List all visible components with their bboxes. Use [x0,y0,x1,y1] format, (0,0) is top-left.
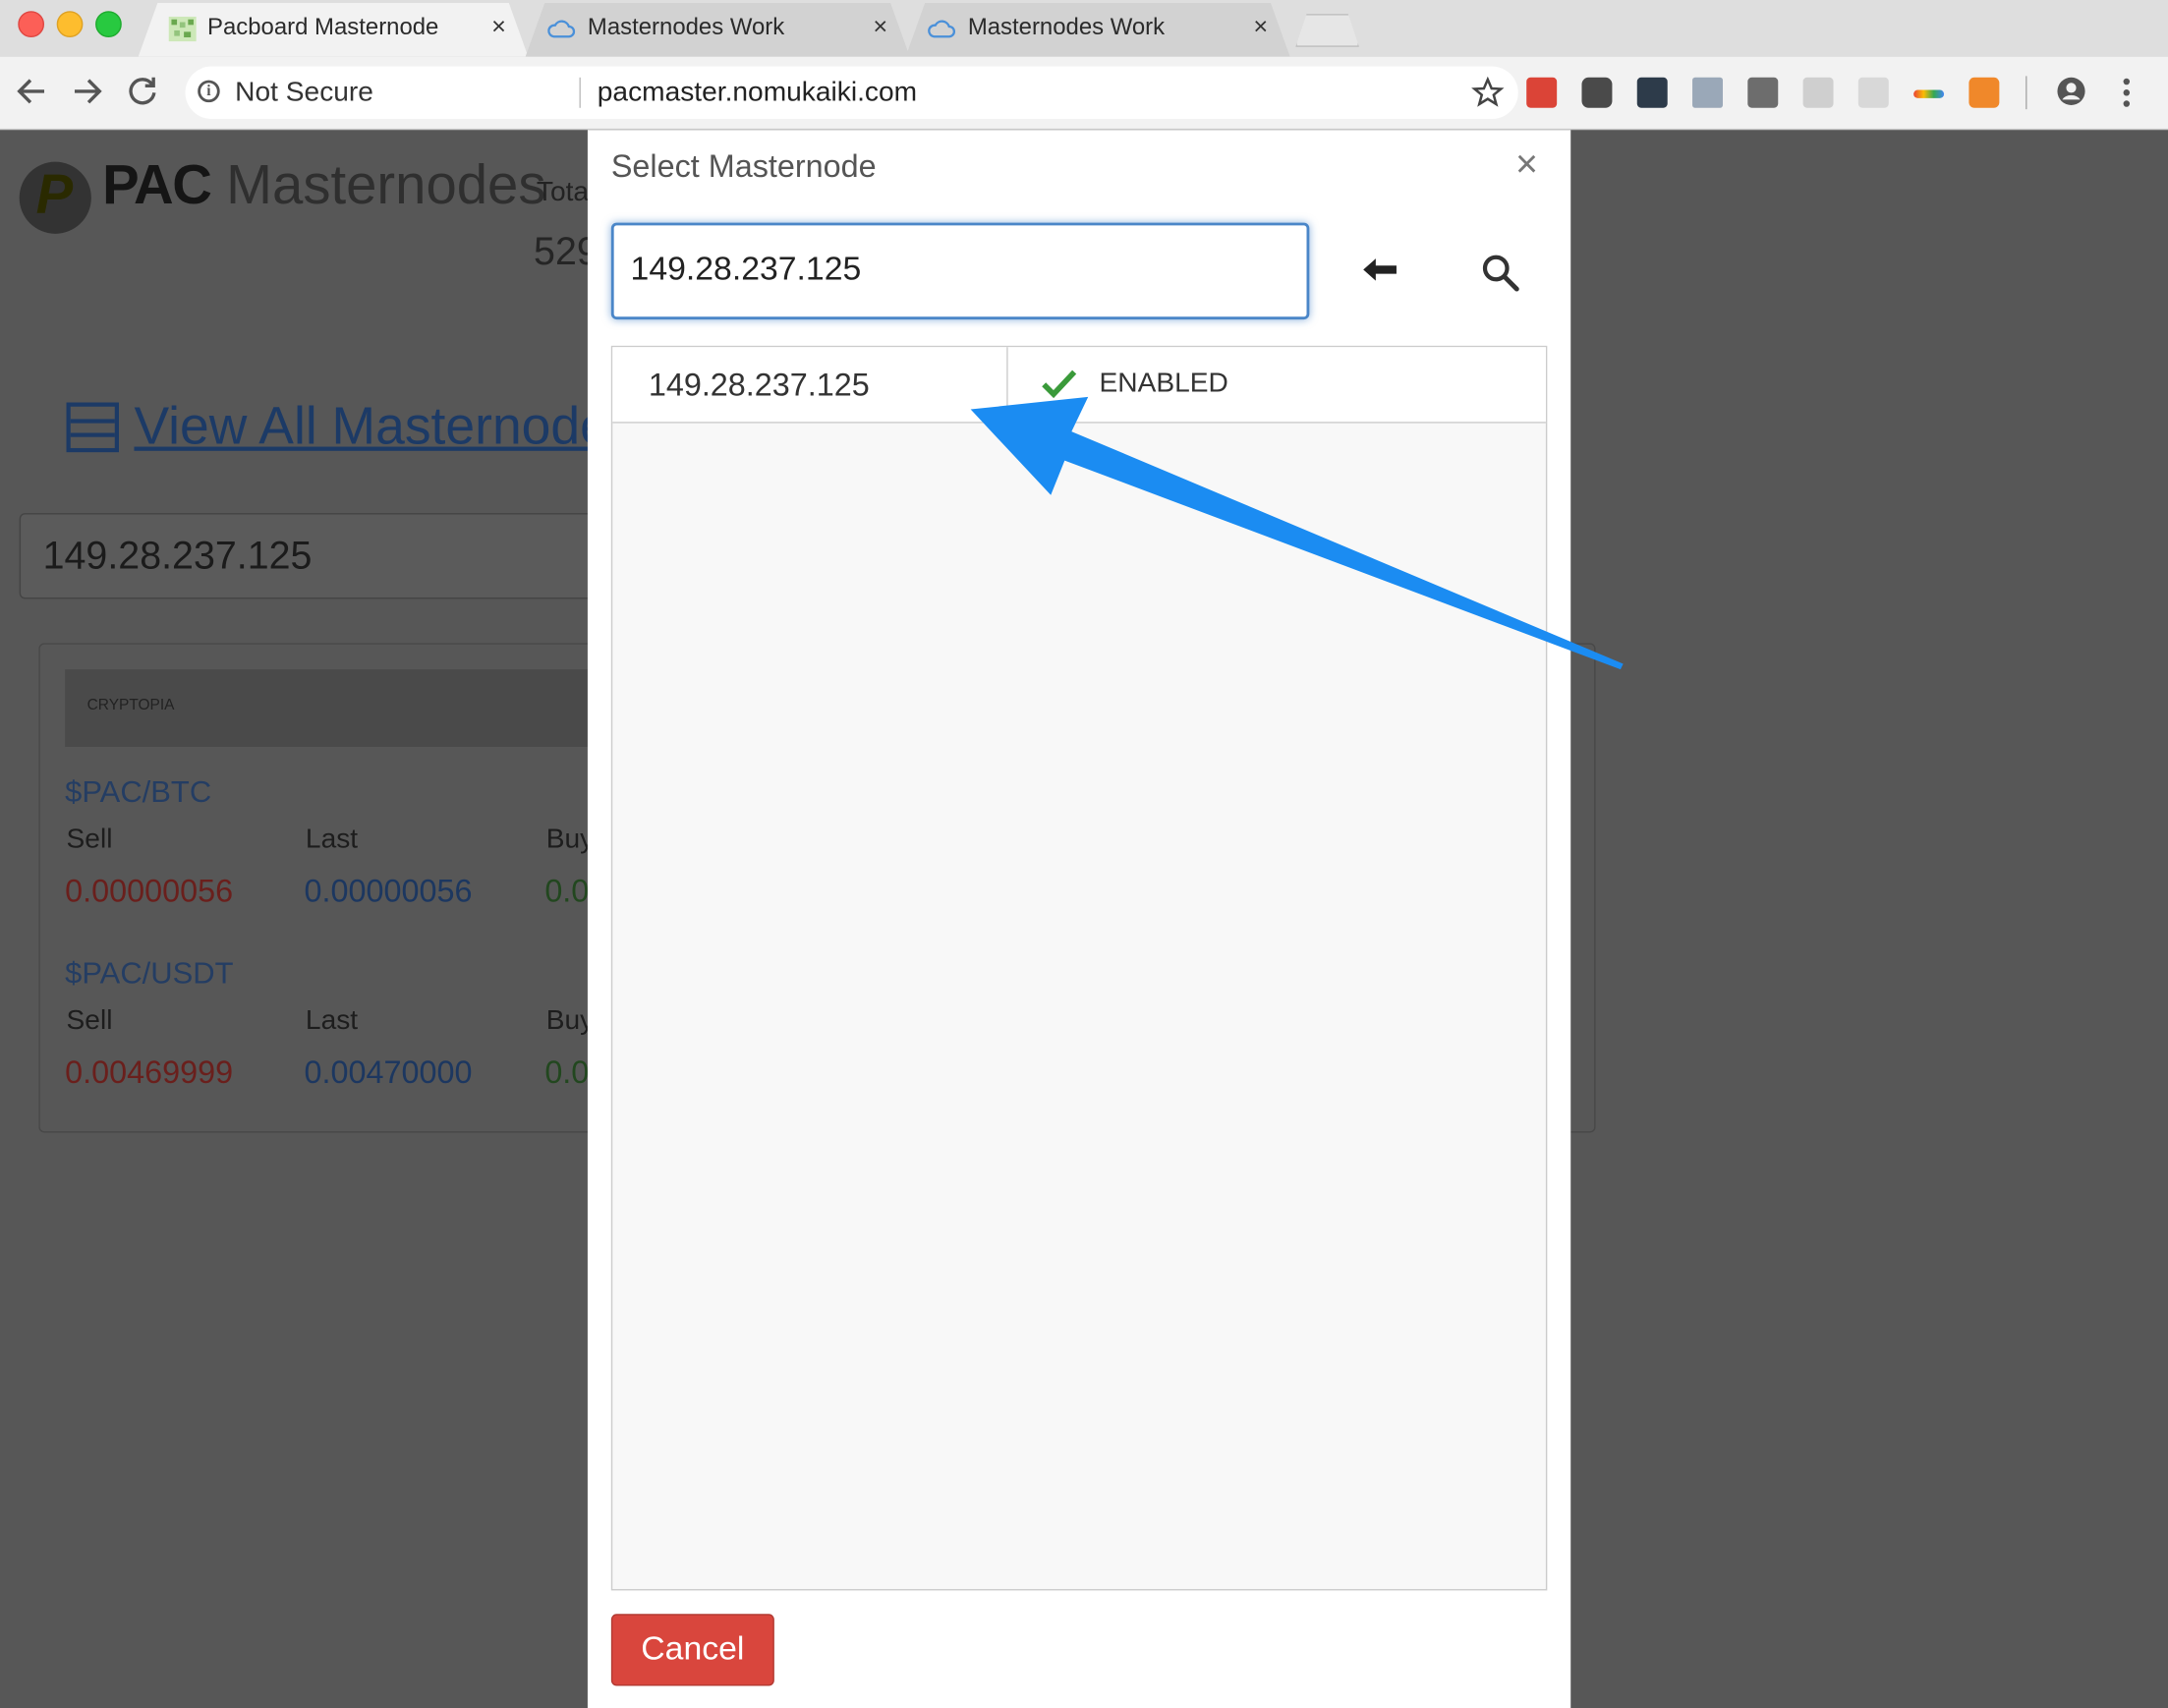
pair-label: $PAC/BTC [65,774,212,810]
ip-value: 149.28.237.125 [42,534,313,577]
buy-value: 0.0 [544,873,590,909]
tab-title: Masternodes Work [967,14,1166,40]
info-icon[interactable]: i [198,80,220,103]
column-divider [1006,347,1008,423]
last-label: Last [305,824,359,855]
cancel-button[interactable]: Cancel [610,1614,774,1686]
modal-title: Select Masternode [610,147,877,185]
reader-extension-icon[interactable] [1747,77,1779,108]
tab-title: Pacboard Masternode [207,14,439,40]
result-status: ENABLED [1099,368,1228,399]
buy-value: 0.0 [544,1053,590,1090]
new-tab-button[interactable] [1295,14,1359,47]
tab-title: Masternodes Work [587,14,785,40]
last-value: 0.00470000 [304,1053,473,1090]
coffeescript-extension-icon[interactable] [1857,77,1889,108]
tab-pacboard[interactable]: Pacboard Masternode × [139,3,529,57]
tab-bar: Pacboard Masternode × Masternodes Work ×… [0,0,2168,59]
cloud-icon [547,20,576,38]
dropbox-extension-icon[interactable] [1692,77,1723,108]
profile-icon[interactable] [2055,75,2088,108]
result-ip: 149.28.237.125 [648,366,870,403]
exchange-logo: CRYPTOPIA [86,697,175,714]
metamask-fox-icon[interactable] [1968,77,2000,108]
tab-close-icon[interactable]: × [491,13,506,42]
masternode-ip-input[interactable]: 149.28.237.125 [19,513,631,599]
browser-toolbar: i Not Secure pacmaster.nomukaiki.com [0,56,2168,131]
sell-label: Sell [66,1005,113,1037]
es-extension-icon[interactable] [1802,77,1834,108]
brand-light: Masternodes [226,154,546,216]
bookmark-star-icon[interactable] [1471,76,1505,109]
forward-icon[interactable] [69,74,105,110]
modal-close-icon[interactable]: × [1515,142,1538,187]
tab-close-icon[interactable]: × [873,13,887,42]
list-icon [66,402,119,453]
view-all-label: View All Masternode [134,398,609,457]
pacboard-favicon-icon [168,16,197,42]
pac-logo-icon: P [19,161,91,234]
address-bar[interactable]: i Not Secure pacmaster.nomukaiki.com [185,66,1518,120]
toolbar-divider [2025,76,2027,110]
todoist-extension-icon[interactable] [1526,77,1558,108]
select-masternode-modal: Select Masternode × 149.28.237.125 ENABL… [587,130,1571,1708]
sell-label: Sell [66,824,113,855]
security-label[interactable]: Not Secure [235,78,373,109]
cloud-icon [928,20,955,38]
masternode-search-input[interactable] [630,250,1294,290]
omnibox-divider [579,77,581,108]
brand-bold: PAC [102,154,212,216]
last-label: Last [305,1005,359,1037]
pair-label: $PAC/USDT [65,955,234,991]
lightbulb-extension-icon[interactable] [1581,77,1613,108]
sell-value: 0.00000056 [65,873,234,909]
rainbow-extension-icon[interactable] [1913,89,1945,98]
masternode-search-field[interactable] [610,222,1310,320]
screen: Pacboard Masternode × Masternodes Work ×… [0,0,2168,1708]
close-window-button[interactable] [18,11,45,37]
tab-masternodes-work-1[interactable]: Masternodes Work × [526,3,910,57]
dots-extension-icon[interactable] [1636,77,1668,108]
last-value: 0.00000056 [304,873,473,909]
total-label: Tota [536,177,590,208]
minimize-window-button[interactable] [56,11,84,37]
checkmark-icon [1042,370,1077,399]
zoom-window-button[interactable] [95,11,122,37]
result-row[interactable]: 149.28.237.125 ENABLED [612,347,1546,424]
tab-masternodes-work-2[interactable]: Masternodes Work × [906,3,1290,57]
brand-title: PAC Masternodes [102,155,545,217]
arrow-left-icon[interactable] [1362,256,1398,283]
reload-icon[interactable] [125,74,161,110]
menu-kebab-icon[interactable] [2113,75,2140,111]
back-icon[interactable] [14,74,50,110]
search-icon[interactable] [1479,252,1520,293]
results-list: 149.28.237.125 ENABLED [610,345,1548,1591]
cryptopia-banner: CRYPTOPIA [65,669,604,747]
url-text[interactable]: pacmaster.nomukaiki.com [598,78,917,109]
tab-close-icon[interactable]: × [1253,13,1268,42]
sell-value: 0.00469999 [65,1053,234,1090]
